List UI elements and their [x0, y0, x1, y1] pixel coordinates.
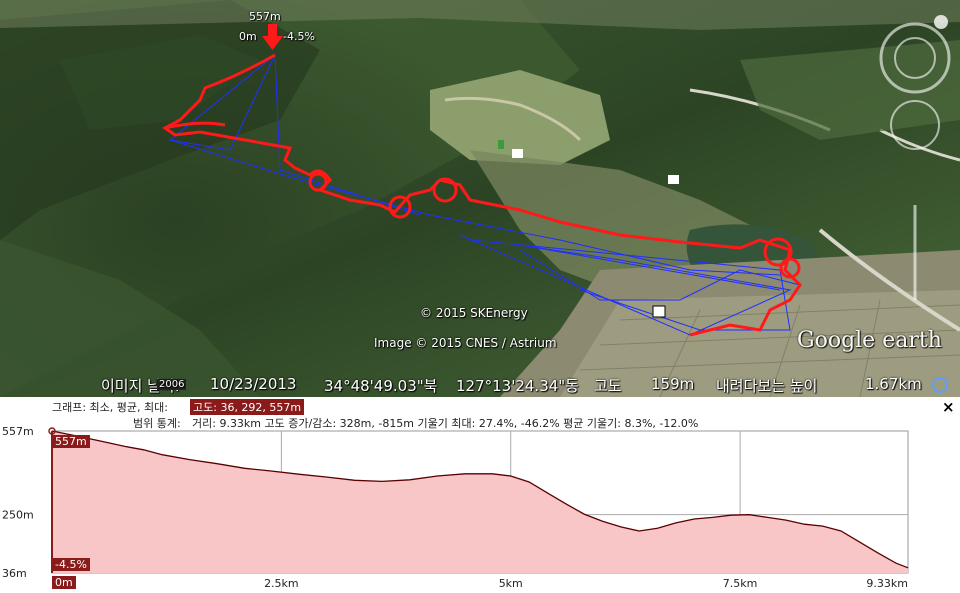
y-tick-label: 36m	[2, 567, 27, 580]
elevation-value: 159m	[651, 375, 695, 393]
eye-alt-value: 1.67km	[865, 375, 922, 393]
x-tick-label: 9.33km	[866, 577, 908, 590]
x-axis-ticks: 2.5km 5km 7.5km 9.33km	[264, 577, 908, 590]
cursor-elevation: 557m	[52, 435, 90, 448]
x-tick-label: 2.5km	[264, 577, 299, 590]
copyright-skenergy: © 2015 SKEnergy	[420, 306, 528, 320]
x-tick-label: 7.5km	[723, 577, 758, 590]
y-tick-label: 557m	[2, 425, 34, 438]
longitude: 127°13'24.34"동	[456, 377, 579, 395]
elevation-label: 고도	[594, 377, 622, 395]
map-view[interactable]: 557m 0m -4.5% © 2015 SKEnergy Image © 20…	[0, 0, 960, 397]
eye-alt-label: 내려다보는 높이	[716, 377, 818, 395]
year-badge[interactable]: 2006	[157, 379, 187, 390]
copyright-cnes: Image © 2015 CNES / Astrium	[374, 336, 557, 350]
marker-elevation: 557m	[249, 10, 281, 23]
y-axis-ticks: 557m 250m 36m	[2, 425, 34, 580]
marker-grade: -4.5%	[283, 30, 315, 43]
marker-distance: 0m	[239, 30, 257, 43]
google-earth-logo: Google earth	[797, 328, 942, 353]
latitude: 34°48'49.03"북	[324, 377, 438, 395]
y-tick-label: 250m	[2, 509, 34, 522]
cursor-grade: -4.5%	[52, 558, 90, 571]
image-date: 10/23/2013	[210, 375, 297, 393]
streaming-icon	[932, 377, 948, 393]
cursor-distance: 0m	[52, 576, 76, 589]
elevation-chart[interactable]: 557m 250m 36m 2.5km 5km 7.5km 9.33km	[0, 397, 960, 593]
x-tick-label: 5km	[499, 577, 523, 590]
elevation-profile-panel: 그래프: 최소, 평균, 최대: 고도: 36, 292, 557m 범위 통계…	[0, 397, 960, 593]
status-bar: 이미지 날짜: 2006 10/23/2013 34°48'49.03"북 12…	[0, 373, 960, 397]
